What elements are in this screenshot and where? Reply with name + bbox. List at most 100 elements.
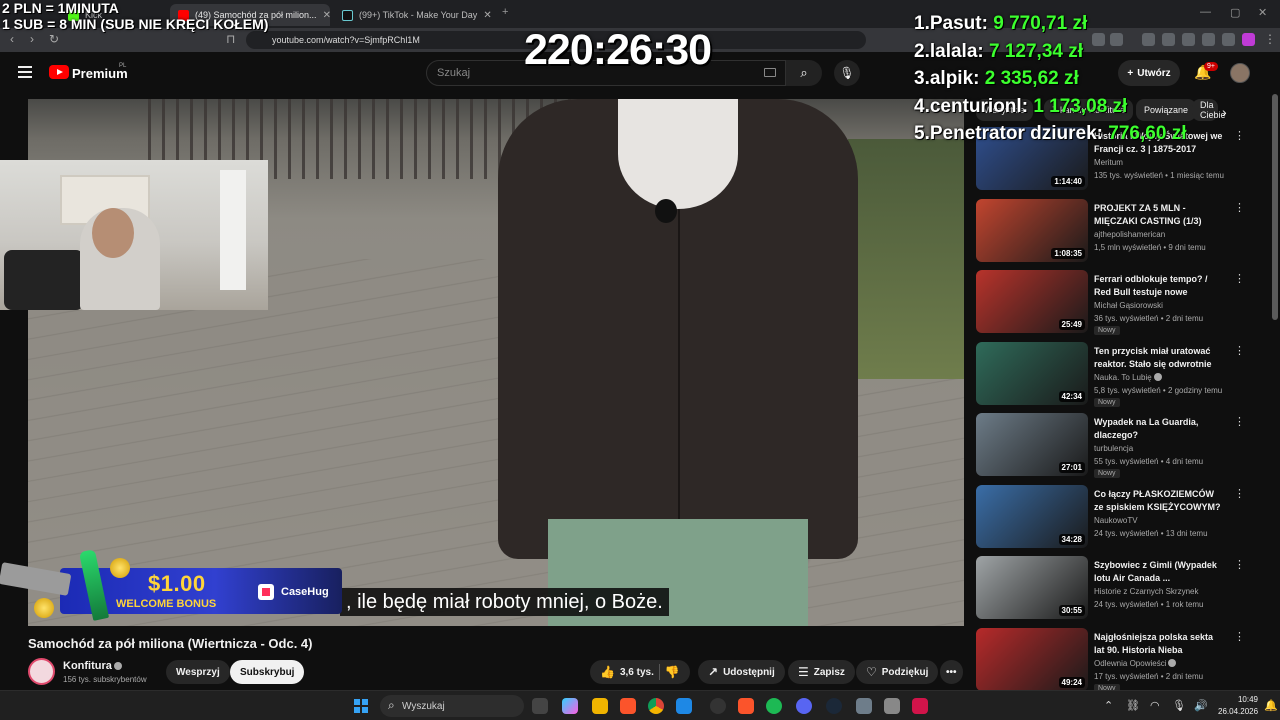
brave-icon[interactable] xyxy=(738,698,754,714)
more-options-icon[interactable]: ⋮ xyxy=(1234,272,1245,285)
share-button[interactable]: ↗ Udostępnij xyxy=(698,660,785,684)
video-duration: 1:08:35 xyxy=(1051,247,1085,259)
steam-icon[interactable] xyxy=(826,698,842,714)
recommended-video-channel[interactable]: Nauka. To Lubię xyxy=(1094,372,1162,382)
thumbs-down-icon[interactable]: 👎 xyxy=(665,665,680,679)
sidebar-scrollbar[interactable] xyxy=(1272,94,1278,320)
brave-icon[interactable] xyxy=(620,698,636,714)
recommended-video-channel[interactable]: Michał Gąsiorowski xyxy=(1094,301,1163,310)
video-thumbnail[interactable]: 30:55 xyxy=(976,556,1088,619)
back-icon[interactable]: ‹ xyxy=(10,32,14,46)
task-view-icon[interactable] xyxy=(532,698,548,714)
recommended-video-channel[interactable]: Historie z Czarnych Skrzynek xyxy=(1094,587,1198,596)
video-thumbnail[interactable]: 1:08:35 xyxy=(976,198,1088,262)
more-options-icon[interactable]: ⋮ xyxy=(1234,344,1245,357)
recommended-video-title[interactable]: PROJEKT ZA 5 MLN - MIĘCZAKI CASTING (1/3… xyxy=(1094,202,1224,228)
subscribe-button[interactable]: Subskrybuj xyxy=(230,660,305,684)
app-icon[interactable] xyxy=(710,698,726,714)
settings-icon[interactable] xyxy=(856,698,872,714)
bookmark-icon[interactable]: ⊓ xyxy=(226,32,235,46)
volume-icon[interactable]: 🔊 xyxy=(1194,699,1208,712)
recommended-video[interactable]: 1:08:35 PROJEKT ZA 5 MLN - MIĘCZAKI CASTI… xyxy=(976,198,1248,263)
recommended-video[interactable]: 27:01 Wypadek na La Guardia, dlaczego? tur… xyxy=(976,413,1248,478)
chevron-right-icon[interactable]: › xyxy=(1222,104,1227,120)
support-button[interactable]: Wesprzyj xyxy=(166,660,230,684)
more-options-icon[interactable]: ⋮ xyxy=(1234,415,1245,428)
recommended-video-channel[interactable]: ajthepolishamerican xyxy=(1094,230,1165,239)
app-icon[interactable] xyxy=(912,698,928,714)
recommended-video-title[interactable]: Co łączy PŁASKOZIEMCÓW ze spiskiem KSIĘŻ… xyxy=(1094,488,1224,514)
minimize-icon[interactable]: — xyxy=(1200,6,1211,18)
voice-search-button[interactable]: 🎙 xyxy=(834,60,860,86)
more-options-icon[interactable]: ⋮ xyxy=(1234,201,1245,214)
close-tab-icon[interactable]: ✕ xyxy=(483,10,491,21)
recommended-video-title[interactable]: Najgłośniejsza polska sekta lat 90. Hist… xyxy=(1094,631,1224,657)
recommended-video[interactable]: 34:28 Co łączy PŁASKOZIEMCÓW ze spiskiem … xyxy=(976,484,1248,549)
more-actions-button[interactable]: ••• xyxy=(940,660,963,684)
notification-badge: 9+ xyxy=(1204,62,1218,71)
app-tray-icon[interactable]: ⛓ xyxy=(1126,699,1140,712)
maximize-icon[interactable]: ▢ xyxy=(1230,6,1240,19)
browser-menu-icon[interactable]: ⋮ xyxy=(1264,32,1276,46)
recommended-video-title[interactable]: Wypadek na La Guardia, dlaczego? xyxy=(1094,416,1224,442)
chrome-icon[interactable] xyxy=(648,698,664,714)
system-clock[interactable]: 10:49 26.04.2026 xyxy=(1218,694,1258,718)
extension-icon[interactable] xyxy=(1222,33,1235,46)
new-tab-button[interactable]: + xyxy=(502,6,508,18)
recommended-video-channel[interactable]: Odlewnia Opowieści xyxy=(1094,658,1177,668)
tab-tiktok[interactable]: (99+) TikTok - Make Your Day ✕ xyxy=(334,4,494,26)
spotify-icon[interactable] xyxy=(766,698,782,714)
reload-icon[interactable]: ↻ xyxy=(49,32,59,46)
recommended-video-channel[interactable]: turbulencja xyxy=(1094,444,1133,453)
close-window-icon[interactable]: ✕ xyxy=(1258,6,1267,19)
save-button[interactable]: ☰ Zapisz xyxy=(788,660,855,684)
thumbs-up-icon[interactable]: 👍 xyxy=(600,665,615,679)
channel-name[interactable]: Konfitura xyxy=(63,660,122,672)
recommended-video[interactable]: 49:24 Najgłośniejsza polska sekta lat 90.… xyxy=(976,627,1248,693)
recommended-video[interactable]: 25:49 Ferrari odblokuje tempo? / Red Bull… xyxy=(976,270,1248,335)
leaderboard-row: 2.lalala: 7 127,34 zł xyxy=(914,38,1186,66)
calculator-icon[interactable] xyxy=(884,698,900,714)
microphone-icon[interactable]: 🎙 xyxy=(1172,699,1186,712)
video-thumbnail[interactable]: 25:49 xyxy=(976,270,1088,333)
wifi-icon[interactable]: ◠ xyxy=(1150,699,1160,712)
app-icon[interactable] xyxy=(676,698,692,714)
casehug-ad: $1.00 WELCOME BONUS CaseHug xyxy=(0,548,342,621)
recommended-video-title[interactable]: Ten przycisk miał uratować reaktor. Stał… xyxy=(1094,345,1224,371)
account-avatar[interactable] xyxy=(1230,63,1250,83)
thanks-button[interactable]: ♡ Podziękuj xyxy=(856,660,939,684)
keyboard-icon[interactable] xyxy=(764,68,776,77)
chip-for-you[interactable]: Dla Ciebie xyxy=(1192,99,1226,121)
file-explorer-icon[interactable] xyxy=(592,698,608,714)
menu-icon[interactable] xyxy=(18,66,32,78)
forward-icon[interactable]: › xyxy=(30,32,34,46)
like-count[interactable]: 3,6 tys. xyxy=(620,667,654,678)
more-options-icon[interactable]: ⋮ xyxy=(1234,129,1245,142)
taskbar-search-input[interactable]: Wyszukaj xyxy=(380,695,524,717)
chevron-up-icon[interactable]: ⌃ xyxy=(1104,699,1113,712)
notifications-icon[interactable]: 🔔 xyxy=(1264,699,1278,712)
search-button[interactable]: ⌕ xyxy=(786,60,822,86)
copilot-icon[interactable] xyxy=(562,698,578,714)
recommended-video[interactable]: 42:34 Ten przycisk miał uratować reaktor.… xyxy=(976,341,1248,407)
close-tab-icon[interactable]: ✕ xyxy=(323,10,330,21)
recommended-video-title[interactable]: Szybowiec z Gimli (Wypadek lotu Air Cana… xyxy=(1094,559,1224,585)
gun-icon xyxy=(0,562,72,596)
channel-avatar[interactable] xyxy=(28,658,55,685)
recommended-video-channel[interactable]: Meritum xyxy=(1094,158,1123,167)
extension-icon[interactable] xyxy=(1242,33,1255,46)
video-thumbnail[interactable]: 42:34 xyxy=(976,341,1088,405)
video-thumbnail[interactable]: 49:24 xyxy=(976,627,1088,691)
video-thumbnail[interactable]: 34:28 xyxy=(976,484,1088,548)
youtube-logo-icon[interactable] xyxy=(49,65,69,79)
windows-start-icon[interactable] xyxy=(354,699,368,713)
recommended-video-title[interactable]: Ferrari odblokuje tempo? / Red Bull test… xyxy=(1094,273,1224,299)
extension-icon[interactable] xyxy=(1202,33,1215,46)
more-options-icon[interactable]: ⋮ xyxy=(1234,630,1245,643)
more-options-icon[interactable]: ⋮ xyxy=(1234,558,1245,571)
recommended-video-channel[interactable]: NaukowoTV xyxy=(1094,516,1138,525)
more-options-icon[interactable]: ⋮ xyxy=(1234,487,1245,500)
recommended-video[interactable]: 30:55 Szybowiec z Gimli (Wypadek lotu Air… xyxy=(976,556,1248,620)
discord-icon[interactable] xyxy=(796,698,812,714)
video-thumbnail[interactable]: 27:01 xyxy=(976,413,1088,476)
